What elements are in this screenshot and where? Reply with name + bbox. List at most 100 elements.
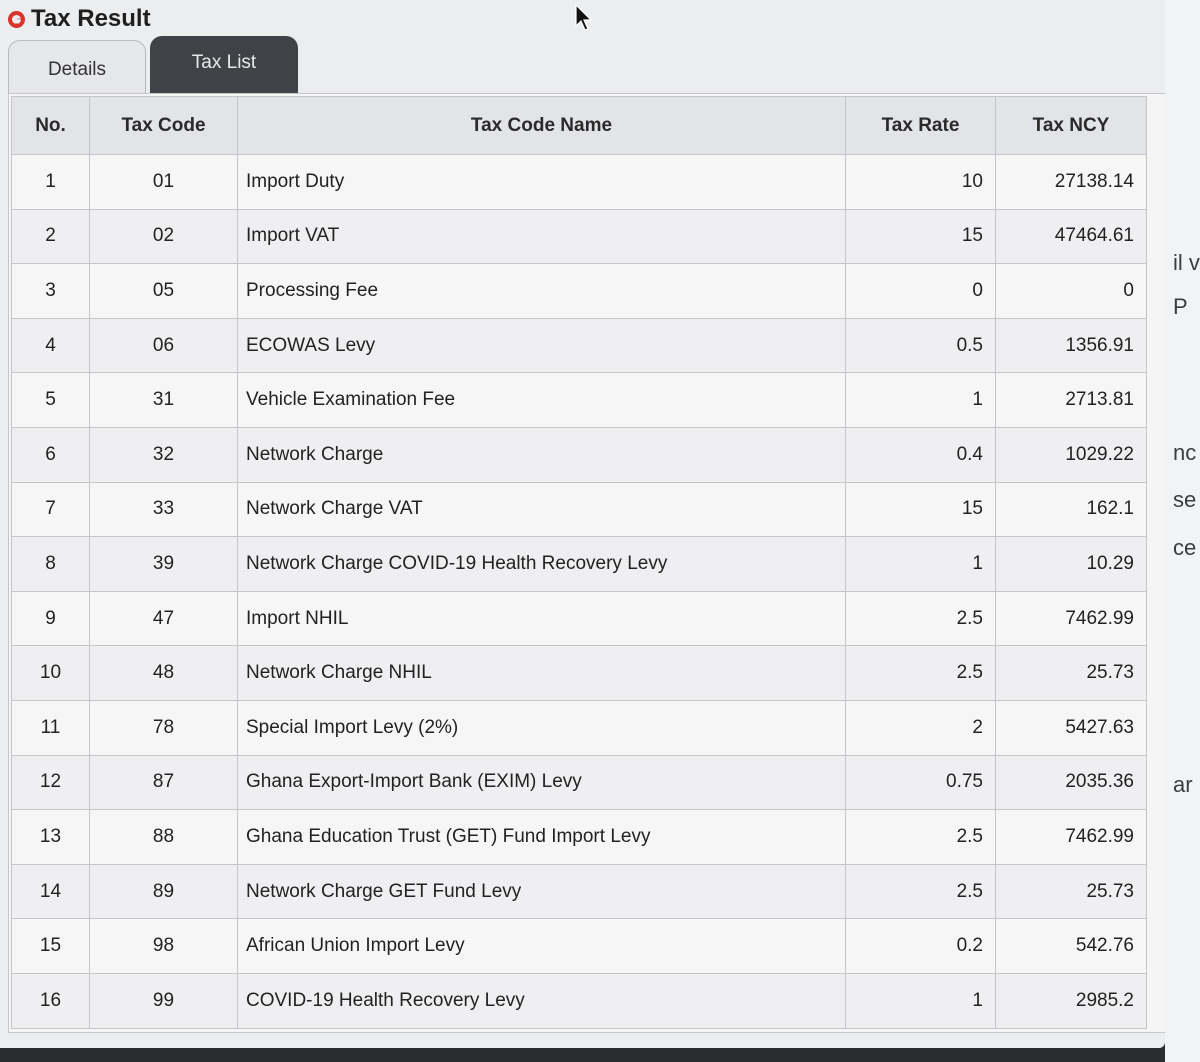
table-header-row: No. Tax Code Tax Code Name Tax Rate Tax … [11,96,1147,155]
table-row[interactable]: 15 98 African Union Import Levy 0.2 542.76 [11,918,1147,974]
row-number: 2 [11,208,90,265]
tax-code-name-cell: ECOWAS Levy [237,317,846,374]
tax-code-name-cell: African Union Import Levy [237,918,846,974]
column-header-tax-code-name[interactable]: Tax Code Name [237,96,846,155]
background-text: ce [1173,535,1197,560]
tax-code-cell: 47 [89,590,238,647]
table-row[interactable]: 8 39 Network Charge COVID-19 Health Recove… [11,536,1147,592]
tax-ncy-cell: 27138.14 [995,154,1147,210]
tax-ncy-cell: 0 [995,263,1147,319]
table-row[interactable]: 12 87 Ghana Export-Import Bank (EXIM) Levy… [11,754,1147,811]
row-number: 16 [11,972,90,1029]
app-logo-icon [8,10,25,28]
tax-rate-cell: 10 [845,154,996,210]
tax-code-cell: 39 [89,536,238,592]
table-row[interactable]: 6 32 Network Charge 0.4 1029.22 [11,426,1147,483]
table-body: 1 01 Import Duty 10 27138.14 2 02 Import VAT 15 4… [11,154,1147,1029]
table-row[interactable]: 1 01 Import Duty 10 27138.14 [11,154,1147,210]
tax-rate-cell: 2.5 [845,590,996,647]
table-row[interactable]: 9 47 Import NHIL 2.5 7462.99 [11,590,1147,647]
row-number: 4 [11,317,90,374]
tax-ncy-cell: 25.73 [995,863,1147,920]
tax-code-cell: 87 [89,754,238,811]
row-number: 8 [11,536,90,592]
tax-rate-cell: 1 [845,536,996,592]
mouse-cursor-icon [575,4,593,31]
table-row[interactable]: 13 88 Ghana Education Trust (GET) Fund Imp… [11,809,1147,865]
row-number: 1 [11,154,90,210]
tax-code-cell: 78 [89,699,238,756]
background-text: se [1173,487,1197,512]
row-number: 7 [11,481,90,538]
tax-ncy-cell: 1029.22 [995,426,1147,483]
tax-code-cell: 33 [89,481,238,538]
page-title: Tax Result [31,5,151,32]
tax-ncy-cell: 25.73 [995,645,1147,701]
tax-code-cell: 99 [89,972,238,1029]
tax-rate-cell: 1 [845,972,996,1029]
table-row[interactable]: 11 78 Special Import Levy (2%) 2 5427.63 [11,699,1147,756]
tax-code-cell: 05 [89,263,238,319]
tax-code-cell: 48 [89,645,238,701]
row-number: 6 [11,426,90,483]
table-row[interactable]: 2 02 Import VAT 15 47464.61 [11,208,1147,265]
row-number: 14 [11,863,90,920]
tax-code-cell: 01 [89,154,238,210]
tax-ncy-cell: 2713.81 [995,372,1147,428]
table-row[interactable]: 10 48 Network Charge NHIL 2.5 25.73 [11,645,1147,701]
background-window-strip: il v P nc se ce ar [1165,0,1200,1062]
tax-code-name-cell: Import NHIL [237,590,846,647]
table-row[interactable]: 5 31 Vehicle Examination Fee 1 2713.81 [11,372,1147,428]
tax-code-name-cell: Ghana Education Trust (GET) Fund Import … [237,809,846,865]
tax-ncy-cell: 10.29 [995,536,1147,592]
tax-ncy-cell: 162.1 [995,481,1147,538]
tab-bar: Details Tax List [8,36,298,95]
table-row[interactable]: 4 06 ECOWAS Levy 0.5 1356.91 [11,317,1147,374]
tax-result-panel: Tax Result Details Tax List No. Tax Code… [0,0,1166,1048]
tax-rate-cell: 1 [845,372,996,428]
tax-code-name-cell: Vehicle Examination Fee [237,372,846,428]
column-header-no[interactable]: No. [11,96,90,155]
table-row[interactable]: 3 05 Processing Fee 0 0 [11,263,1147,319]
column-header-tax-ncy[interactable]: Tax NCY [995,96,1147,155]
tax-code-name-cell: Network Charge GET Fund Levy [237,863,846,920]
tax-ncy-cell: 5427.63 [995,699,1147,756]
column-header-tax-code[interactable]: Tax Code [89,96,238,155]
tax-rate-cell: 0.4 [845,426,996,483]
tax-code-name-cell: Network Charge NHIL [237,645,846,701]
tax-ncy-cell: 1356.91 [995,317,1147,374]
tax-ncy-cell: 47464.61 [995,208,1147,265]
row-number: 13 [11,809,90,865]
background-text: ar [1173,772,1193,797]
row-number: 15 [11,918,90,974]
tax-code-cell: 89 [89,863,238,920]
row-number: 11 [11,699,90,756]
background-text: nc [1173,440,1197,465]
tax-code-cell: 06 [89,317,238,374]
tax-code-cell: 88 [89,809,238,865]
tab-details[interactable]: Details [8,40,146,95]
tax-rate-cell: 15 [845,208,996,265]
tax-code-cell: 32 [89,426,238,483]
column-header-tax-rate[interactable]: Tax Rate [845,96,996,155]
table-row[interactable]: 16 99 COVID-19 Health Recovery Levy 1 2985.2 [11,972,1147,1029]
tax-code-name-cell: Network Charge VAT [237,481,846,538]
tax-ncy-cell: 2035.36 [995,754,1147,811]
tax-code-name-cell: Network Charge [237,426,846,483]
panel-header: Tax Result [8,5,151,33]
tax-code-cell: 31 [89,372,238,428]
tax-rate-cell: 0.5 [845,317,996,374]
tax-code-name-cell: Ghana Export-Import Bank (EXIM) Levy [237,754,846,811]
tax-list-table-container: No. Tax Code Tax Code Name Tax Rate Tax … [8,93,1166,1033]
tax-code-name-cell: COVID-19 Health Recovery Levy [237,972,846,1029]
background-text: P [1173,294,1188,319]
tab-tax-list[interactable]: Tax List [150,36,298,93]
tax-code-name-cell: Import Duty [237,154,846,210]
table-row[interactable]: 14 89 Network Charge GET Fund Levy 2.5 25.73 [11,863,1147,920]
table-row[interactable]: 7 33 Network Charge VAT 15 162.1 [11,481,1147,538]
tax-ncy-cell: 542.76 [995,918,1147,974]
tax-rate-cell: 15 [845,481,996,538]
tax-rate-cell: 2 [845,699,996,756]
row-number: 9 [11,590,90,647]
tax-rate-cell: 2.5 [845,645,996,701]
